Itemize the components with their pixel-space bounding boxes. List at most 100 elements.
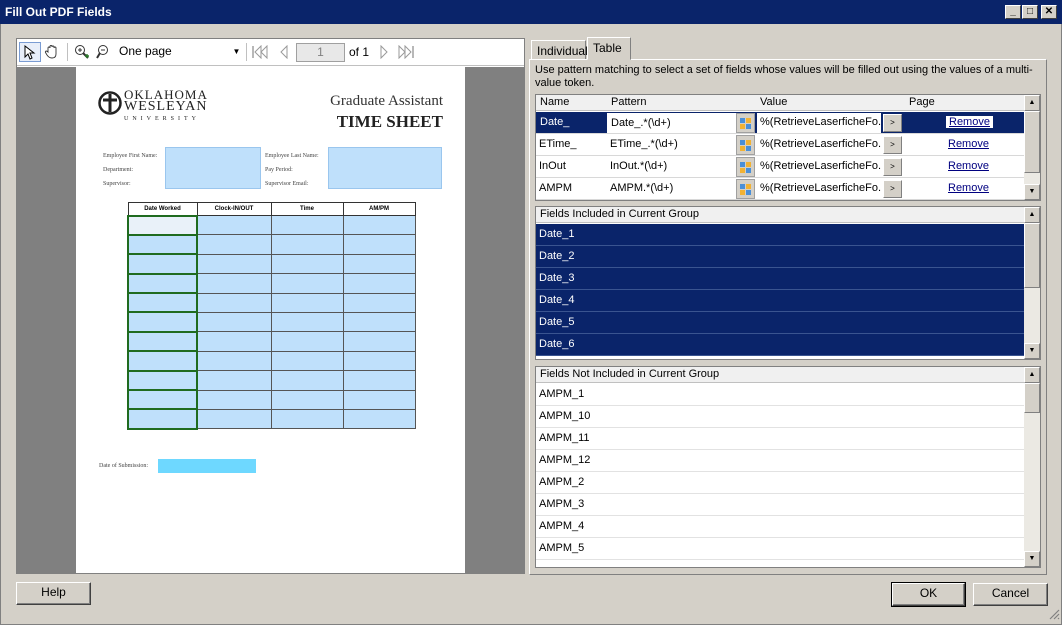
token-picker-icon[interactable] [736, 179, 755, 199]
timesheet-cell[interactable] [196, 370, 272, 391]
pattern-grid-scrollbar[interactable]: ▲ ▼ [1024, 95, 1040, 200]
timesheet-cell[interactable] [342, 292, 416, 313]
timesheet-cell[interactable] [127, 311, 198, 333]
remove-link[interactable]: Remove [946, 116, 993, 128]
zoom-out-icon[interactable] [93, 42, 115, 62]
page-input[interactable] [906, 157, 944, 177]
ok-button[interactable]: OK [891, 582, 966, 607]
page-input[interactable] [906, 135, 944, 155]
token-picker-icon[interactable] [736, 113, 755, 133]
list-item[interactable]: Date_1 [536, 224, 1025, 246]
scroll-down-icon[interactable]: ▼ [1024, 343, 1040, 359]
timesheet-cell[interactable] [270, 389, 344, 410]
pattern-input[interactable]: ETime_.*(\d+) [607, 135, 736, 155]
list-item[interactable]: AMPM_1 [536, 384, 1025, 406]
timesheet-cell[interactable] [196, 408, 272, 430]
not-included-scrollbar[interactable]: ▲ ▼ [1024, 367, 1040, 567]
hand-icon[interactable] [41, 42, 63, 62]
scroll-up-icon[interactable]: ▲ [1024, 207, 1040, 223]
timesheet-cell[interactable] [270, 253, 344, 275]
maximize-button[interactable]: □ [1022, 5, 1038, 19]
timesheet-cell[interactable] [270, 234, 344, 255]
value-arrow-button[interactable]: > [883, 114, 902, 132]
timesheet-cell[interactable] [270, 350, 344, 372]
value-input[interactable]: %(RetrieveLaserficheFo... [757, 157, 881, 177]
list-item[interactable]: AMPM_2 [536, 472, 1025, 494]
list-item[interactable]: AMPM_12 [536, 450, 1025, 472]
previous-page-icon[interactable] [273, 42, 295, 62]
page-number-input[interactable]: 1 [296, 43, 345, 62]
timesheet-cell[interactable] [196, 214, 272, 236]
timesheet-cell[interactable] [127, 369, 198, 392]
timesheet-cell[interactable] [342, 370, 416, 391]
timesheet-cell[interactable] [127, 350, 198, 372]
pattern-row[interactable]: AMPM AMPM.*(\d+) %(RetrieveLaserficheFo...… [536, 178, 1025, 200]
list-item[interactable]: Date_6 [536, 334, 1025, 356]
zoom-in-icon[interactable] [71, 42, 93, 62]
value-input[interactable]: %(RetrieveLaserficheFo... [757, 113, 881, 133]
pattern-row[interactable]: InOut InOut.*(\d+) %(RetrieveLaserficheFo.… [536, 156, 1025, 178]
scroll-thumb[interactable] [1024, 111, 1040, 173]
page-input[interactable] [906, 179, 944, 199]
last-page-icon[interactable] [395, 42, 417, 62]
next-page-icon[interactable] [373, 42, 395, 62]
timesheet-cell[interactable] [342, 311, 416, 333]
timesheet-cell[interactable] [196, 389, 272, 410]
remove-link[interactable]: Remove [948, 182, 989, 194]
pattern-input[interactable]: AMPM.*(\d+) [607, 179, 736, 199]
timesheet-cell[interactable] [196, 331, 272, 352]
right-info-fields[interactable] [328, 147, 442, 189]
list-item[interactable]: Date_5 [536, 312, 1025, 334]
list-item[interactable]: AMPM_3 [536, 494, 1025, 516]
timesheet-cell[interactable] [127, 214, 198, 236]
token-picker-icon[interactable] [736, 157, 755, 177]
timesheet-cell[interactable] [127, 408, 198, 430]
date-of-submission-field[interactable] [158, 459, 256, 473]
timesheet-cell[interactable] [270, 214, 344, 236]
token-picker-icon[interactable] [736, 135, 755, 155]
timesheet-cell[interactable] [342, 253, 416, 275]
timesheet-cell[interactable] [342, 234, 416, 255]
scroll-up-icon[interactable]: ▲ [1024, 367, 1040, 383]
list-item[interactable]: AMPM_5 [536, 538, 1025, 560]
pattern-input[interactable]: InOut.*(\d+) [607, 157, 736, 177]
list-item[interactable]: AMPM_11 [536, 428, 1025, 450]
zoom-mode-select[interactable]: One page ▼ [118, 43, 242, 62]
value-input[interactable]: %(RetrieveLaserficheFo... [757, 179, 881, 199]
value-arrow-button[interactable]: > [883, 158, 902, 176]
scroll-thumb[interactable] [1024, 383, 1040, 413]
dropdown-arrow-icon[interactable]: ▼ [231, 43, 242, 60]
timesheet-cell[interactable] [342, 389, 416, 410]
scroll-down-icon[interactable]: ▼ [1024, 551, 1040, 567]
timesheet-cell[interactable] [270, 408, 344, 430]
timesheet-cell[interactable] [270, 331, 344, 352]
document-area[interactable]: OKLAHOMA WESLEYAN UNIVERSITY Graduate As… [17, 67, 524, 573]
remove-link[interactable]: Remove [948, 138, 989, 150]
scroll-up-icon[interactable]: ▲ [1024, 95, 1040, 111]
page-input[interactable] [906, 113, 944, 133]
value-input[interactable]: %(RetrieveLaserficheFo... [757, 135, 881, 155]
timesheet-cell[interactable] [342, 214, 416, 236]
timesheet-cell[interactable] [196, 253, 272, 275]
list-item[interactable]: Date_3 [536, 268, 1025, 290]
resize-grip-icon[interactable] [1048, 608, 1060, 623]
list-item[interactable]: Date_4 [536, 290, 1025, 312]
timesheet-cell[interactable] [127, 330, 198, 353]
tab-table[interactable]: Table [587, 37, 631, 60]
close-button[interactable]: ✕ [1041, 5, 1057, 19]
timesheet-cell[interactable] [270, 311, 344, 333]
included-scrollbar[interactable]: ▲ ▼ [1024, 207, 1040, 359]
timesheet-cell[interactable] [270, 292, 344, 313]
pattern-row[interactable]: Date_ Date_.*(\d+) %(RetrieveLaserficheFo.… [536, 112, 1025, 134]
pointer-icon[interactable] [19, 42, 41, 62]
timesheet-cell[interactable] [342, 408, 416, 430]
value-arrow-button[interactable]: > [883, 136, 902, 154]
timesheet-cell[interactable] [127, 253, 198, 275]
timesheet-cell[interactable] [196, 234, 272, 255]
timesheet-cell[interactable] [270, 370, 344, 391]
minimize-button[interactable]: _ [1005, 5, 1021, 19]
timesheet-cell[interactable] [127, 233, 198, 256]
timesheet-cell[interactable] [270, 273, 344, 294]
left-info-fields[interactable] [165, 147, 261, 189]
timesheet-cell[interactable] [196, 292, 272, 313]
